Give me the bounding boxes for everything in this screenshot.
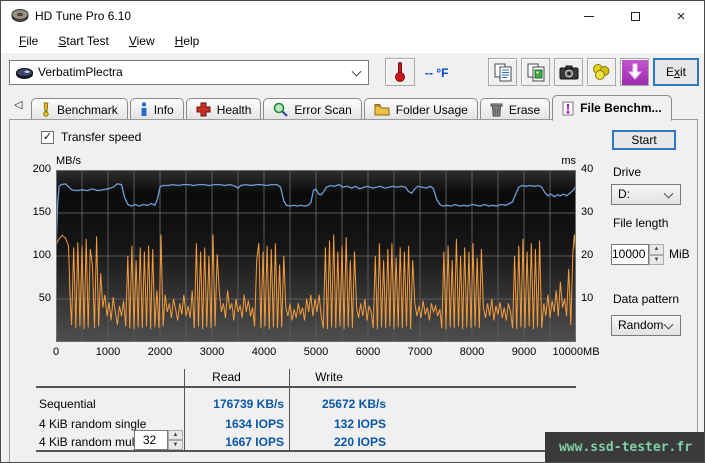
exit-button[interactable]: Exit — [653, 58, 699, 86]
hard-disk-icon — [16, 68, 33, 79]
tab-info[interactable]: Info — [129, 98, 184, 120]
table-header-rule — [36, 386, 576, 388]
queue-depth-stepper[interactable]: ▲ ▼ — [168, 430, 183, 450]
temperature-readout: -- °F — [425, 66, 449, 80]
hdtune-window: HD Tune Pro 6.10 × File Start Test View … — [0, 0, 705, 463]
chevron-down-icon — [663, 188, 674, 199]
menu-start-test[interactable]: Start Test — [48, 31, 118, 53]
tab-erase[interactable]: Erase — [479, 98, 551, 120]
data-pattern-dropdown[interactable]: Random — [611, 315, 681, 336]
copy-text-button[interactable] — [488, 58, 517, 86]
random-single-write-value: 132 IOPS — [333, 417, 386, 431]
maximize-button[interactable] — [612, 1, 658, 31]
watermark: www.ssd-tester.fr — [545, 432, 704, 462]
exclamation-icon — [41, 102, 51, 117]
file-length-stepper[interactable]: ▲ ▼ — [649, 244, 664, 265]
red-cross-icon — [196, 102, 211, 117]
write-column-header: Write — [315, 370, 343, 384]
read-column-header: Read — [212, 370, 241, 384]
maximize-icon — [630, 11, 640, 21]
chevron-down-icon — [663, 319, 674, 330]
transfer-speed-plot — [55, 170, 577, 342]
left-axis-title: MB/s — [56, 155, 82, 167]
transfer-speed-checkbox[interactable]: ✓ — [41, 131, 54, 144]
save-arrow-down-icon — [627, 63, 642, 80]
start-button[interactable]: Start — [612, 130, 676, 150]
trash-icon — [490, 102, 503, 117]
spin-down-icon[interactable]: ▼ — [649, 254, 664, 265]
tab-scroll-left-button[interactable]: ◁ — [14, 98, 22, 111]
sequential-read-value: 176739 KB/s — [213, 397, 284, 411]
app-icon — [11, 9, 29, 22]
minimize-button[interactable] — [566, 1, 612, 31]
transfer-speed-label: Transfer speed — [61, 130, 142, 144]
copy-image-icon — [527, 63, 544, 81]
random-multi-read-value: 1667 IOPS — [225, 435, 284, 449]
camera-icon — [559, 65, 578, 79]
window-title: HD Tune Pro 6.10 — [35, 9, 132, 23]
file-length-unit: MiB — [669, 247, 690, 261]
donate-coins-icon — [593, 64, 610, 80]
drive-selector-dropdown[interactable]: VerbatimPlectra — [9, 60, 369, 85]
spin-up-icon[interactable]: ▲ — [649, 244, 664, 255]
info-icon — [140, 102, 148, 117]
row-random-single-label: 4 KiB random single — [39, 417, 147, 431]
title-bar: HD Tune Pro 6.10 × — [1, 1, 704, 31]
file-exclamation-icon — [562, 101, 574, 116]
table-bottom-rule — [36, 450, 576, 452]
drive-dropdown[interactable]: D: — [611, 184, 681, 205]
file-length-label: File length — [613, 216, 669, 230]
data-pattern-label: Data pattern — [613, 292, 680, 306]
menu-help[interactable]: Help — [165, 31, 210, 53]
menu-bar: File Start Test View Help — [1, 31, 704, 53]
chevron-down-icon — [351, 66, 362, 77]
tab-error-scan[interactable]: Error Scan — [263, 98, 362, 120]
file-length-input[interactable]: 10000 — [611, 244, 649, 265]
minimize-icon — [584, 15, 594, 17]
copy-image-button[interactable] — [521, 58, 550, 86]
magnifier-icon — [273, 102, 289, 117]
close-icon: × — [676, 7, 686, 25]
temperature-button[interactable] — [385, 58, 415, 86]
donate-button[interactable] — [587, 58, 616, 86]
random-multi-write-value: 220 IOPS — [333, 435, 386, 449]
tab-health[interactable]: Health — [185, 98, 262, 120]
menu-view[interactable]: View — [119, 31, 165, 53]
screenshot-button[interactable] — [554, 58, 583, 86]
copy-text-icon — [494, 63, 511, 81]
drive-selector-value: VerbatimPlectra — [38, 65, 123, 79]
row-sequential-label: Sequential — [39, 397, 96, 411]
tab-benchmark[interactable]: Benchmark — [31, 98, 128, 120]
tab-bar: ◁ Benchmark Info Health Error Scan Folde… — [1, 93, 704, 121]
spin-down-icon[interactable]: ▼ — [168, 440, 183, 450]
random-single-read-value: 1634 IOPS — [225, 417, 284, 431]
row-random-multi-label: 4 KiB random multi — [39, 435, 141, 449]
save-results-button[interactable] — [620, 58, 649, 86]
folder-icon — [374, 103, 390, 116]
drive-label: Drive — [613, 165, 642, 179]
sequential-write-value: 25672 KB/s — [321, 397, 386, 411]
transfer-speed-chart — [55, 170, 577, 342]
menu-file[interactable]: File — [9, 31, 48, 53]
tab-file-benchmark[interactable]: File Benchm... — [552, 95, 672, 121]
thermometer-icon — [395, 62, 405, 82]
right-axis-title: ms — [561, 155, 576, 167]
spin-up-icon[interactable]: ▲ — [168, 430, 183, 440]
queue-depth-input[interactable]: 32 — [134, 430, 168, 450]
toolbar: VerbatimPlectra -- °F Exit — [1, 53, 704, 93]
close-button[interactable]: × — [658, 1, 704, 31]
tab-folder-usage[interactable]: Folder Usage — [363, 98, 478, 120]
